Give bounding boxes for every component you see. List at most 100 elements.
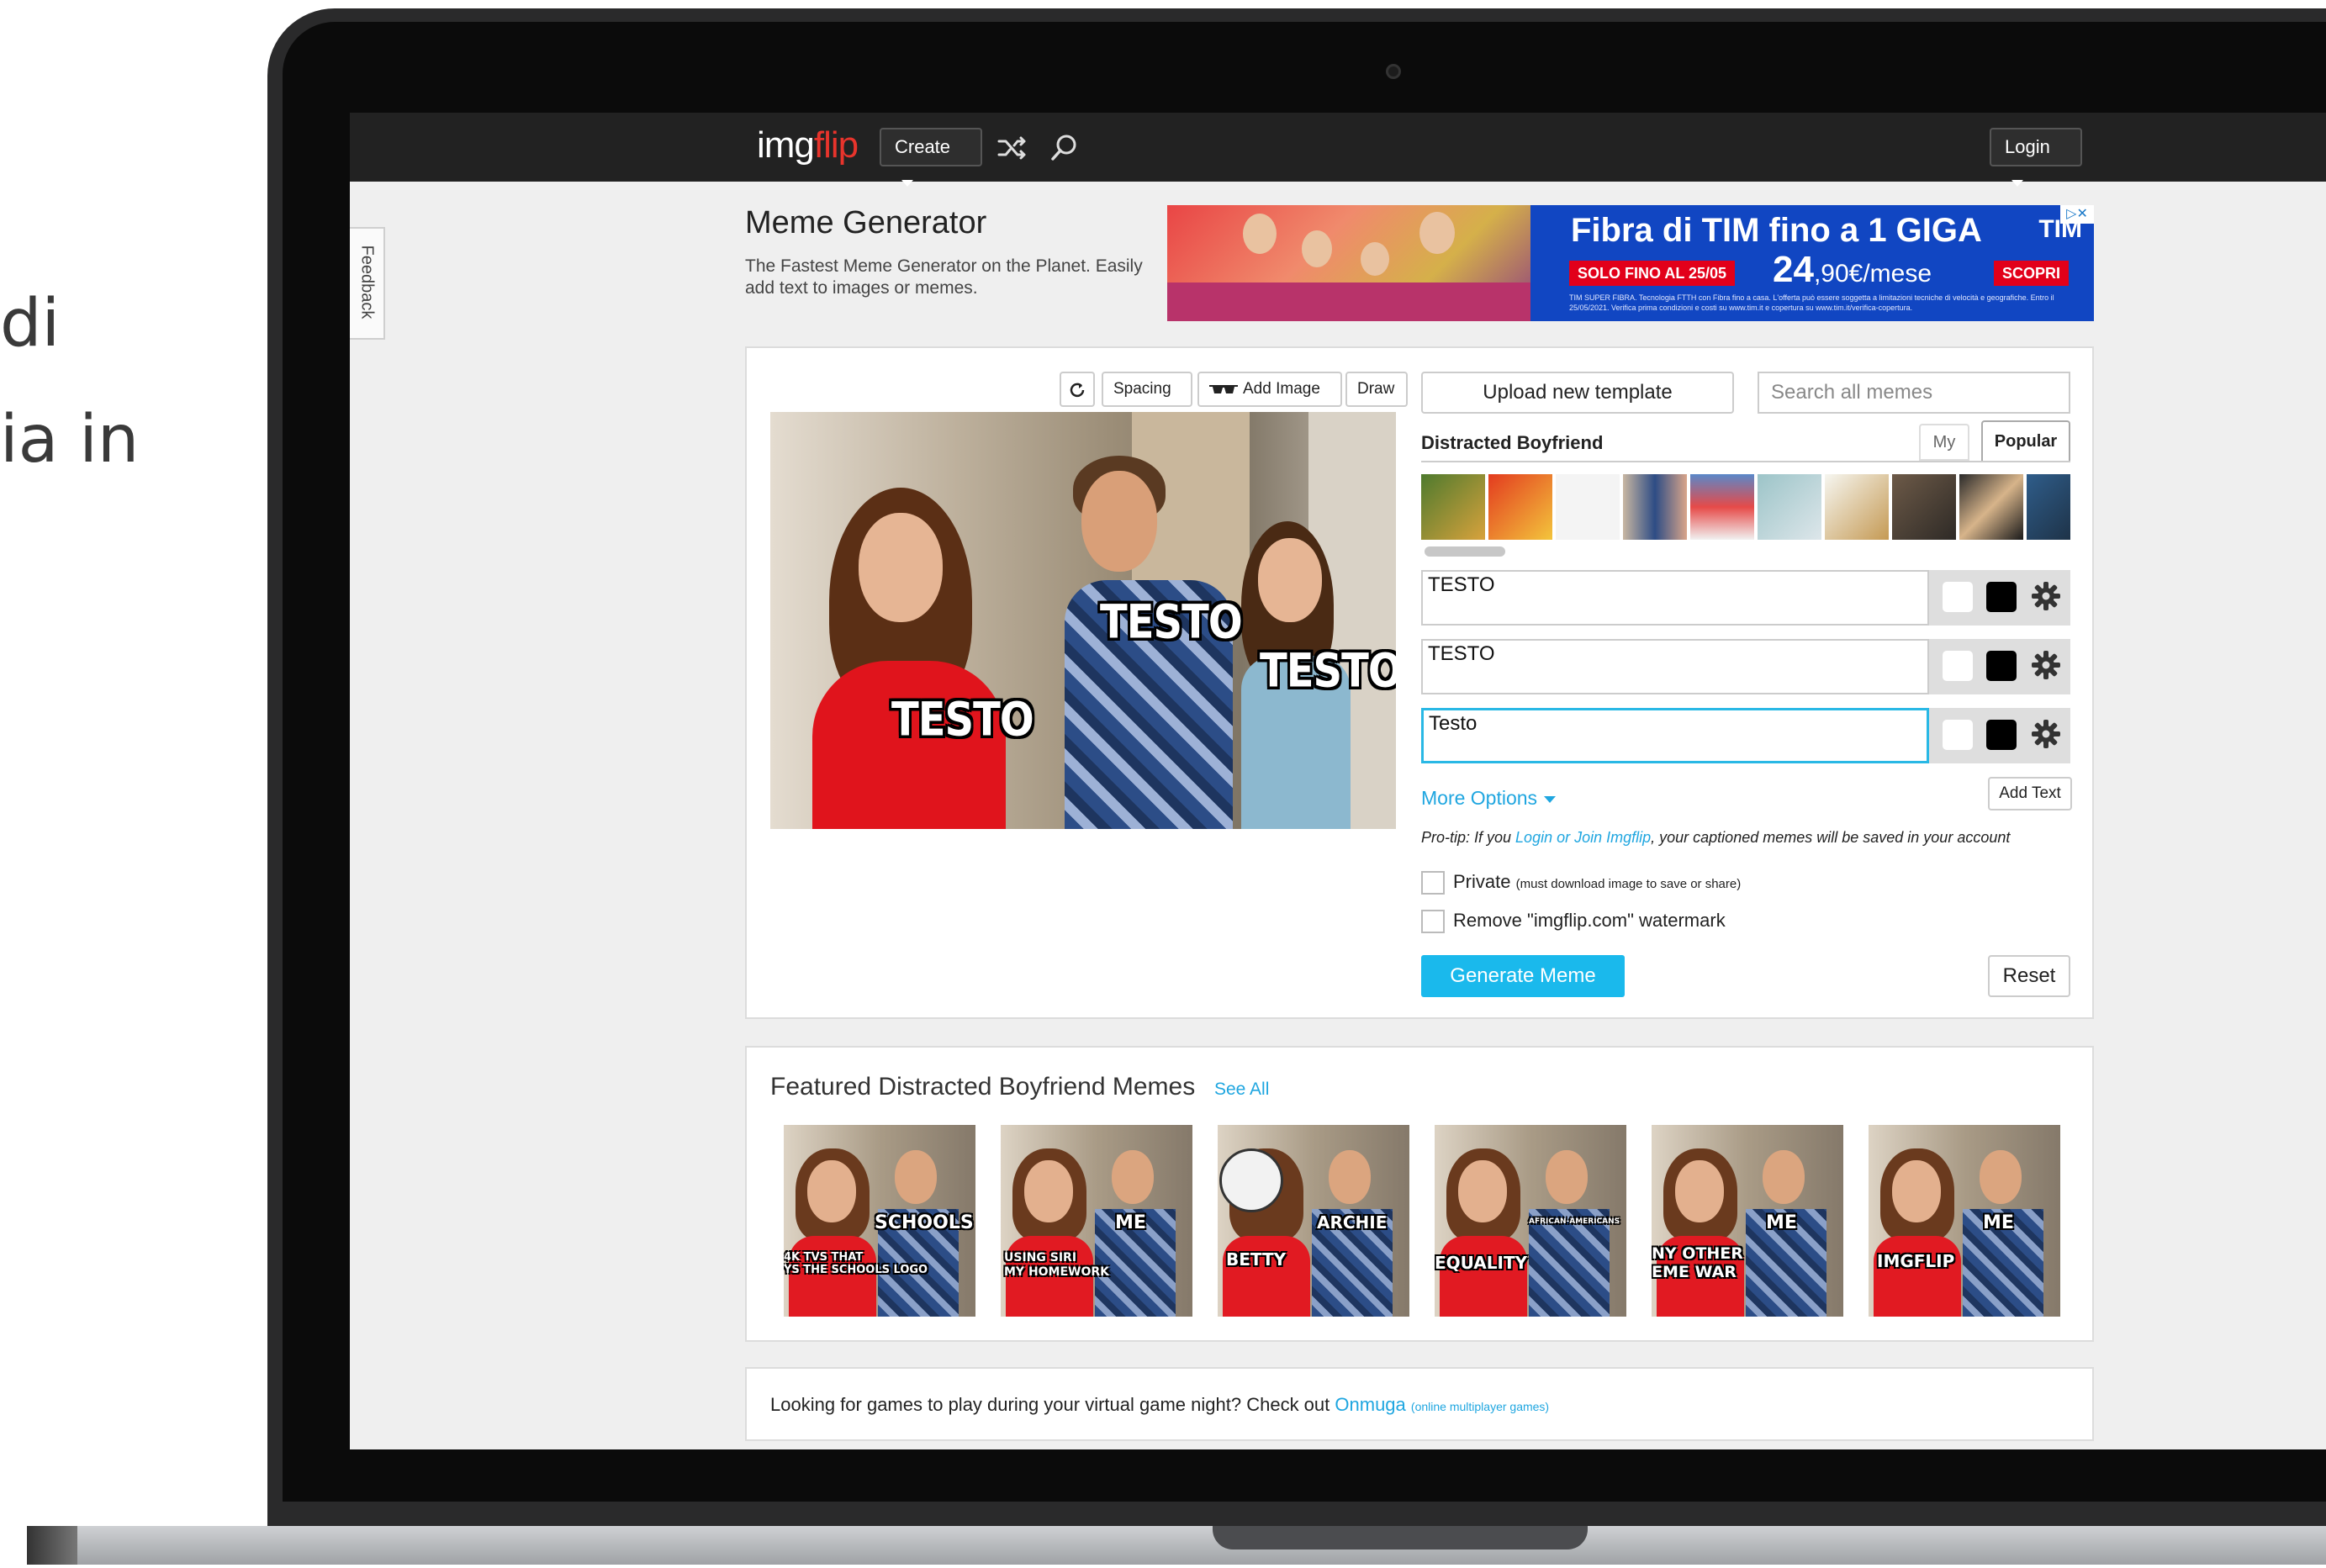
meme-editor-panel: Spacing Add Image Draw TESTO TESTO TESTO… — [745, 346, 2094, 1019]
outline-color-swatch[interactable] — [1943, 651, 1973, 681]
ad-headline: Fibra di TIM fino a 1 GIGA — [1571, 212, 1982, 249]
text-box-row-3: Testo — [1421, 708, 2070, 763]
private-text: Private — [1453, 871, 1511, 892]
featured-6-left-caption: IMGFLIP — [1877, 1251, 1955, 1271]
text-box-3-input[interactable]: Testo — [1421, 708, 1929, 763]
template-thumbnail[interactable] — [1488, 474, 1552, 540]
meme-red-dress — [1874, 1236, 1961, 1317]
spacing-button[interactable]: Spacing — [1102, 372, 1192, 407]
ad-banner[interactable]: Fibra di TIM fino a 1 GIGA TIM SOLO FINO… — [1167, 205, 2094, 321]
ad-person-face — [1243, 214, 1277, 254]
watermark-checkbox[interactable] — [1421, 910, 1445, 933]
trollface-icon — [1219, 1148, 1283, 1212]
featured-meme-3[interactable]: BETTY ARCHIE — [1218, 1125, 1409, 1317]
ad-person-face — [1419, 212, 1455, 254]
template-thumbnail[interactable] — [1959, 474, 2023, 540]
meme-red-dress — [1440, 1236, 1527, 1317]
games-prefix: Looking for games to play during your vi… — [770, 1394, 1335, 1415]
imgflip-logo[interactable]: imgflip — [757, 124, 859, 166]
meme-preview-image[interactable]: TESTO TESTO TESTO — [770, 412, 1396, 829]
meme-face — [1763, 1150, 1805, 1204]
gear-icon[interactable] — [2028, 647, 2064, 683]
chevron-down-icon — [1544, 795, 1557, 803]
featured-meme-2[interactable]: USING SIRI MY HOMEWORK ME — [1001, 1125, 1192, 1317]
meme-face — [1675, 1160, 1724, 1222]
template-thumbnail[interactable] — [1758, 474, 1821, 540]
featured-2-left-caption: USING SIRI MY HOMEWORK — [1004, 1251, 1110, 1279]
meme-caption-2: TESTO — [1100, 594, 1243, 650]
outline-color-swatch[interactable] — [1943, 582, 1973, 612]
template-thumbnail[interactable] — [1690, 474, 1754, 540]
meme-caption-3: TESTO — [1260, 643, 1396, 699]
ad-promo-badge: SOLO FINO AL 25/05 — [1569, 261, 1736, 286]
featured-4-left-caption: EQUALITY — [1435, 1253, 1528, 1273]
girlfriend-face — [1258, 538, 1322, 622]
meme-face — [1329, 1150, 1371, 1204]
private-checkbox[interactable] — [1421, 871, 1445, 895]
template-thumbnail[interactable] — [2027, 474, 2070, 540]
sunglasses-icon — [1209, 384, 1238, 393]
login-label: Login — [2005, 136, 2050, 157]
add-text-button[interactable]: Add Text — [1988, 777, 2072, 810]
feedback-label: Feedback — [357, 245, 377, 319]
reset-button[interactable]: Reset — [1988, 955, 2070, 997]
gear-icon[interactable] — [2028, 716, 2064, 752]
featured-meme-6[interactable]: IMGFLIP ME — [1869, 1125, 2060, 1317]
search-icon[interactable] — [1048, 131, 1081, 165]
add-image-button[interactable]: Add Image — [1197, 372, 1342, 407]
template-thumbnail[interactable] — [1892, 474, 1956, 540]
draw-button[interactable]: Draw — [1345, 372, 1408, 407]
onmuga-link[interactable]: Onmuga — [1335, 1394, 1405, 1415]
template-thumbnail[interactable] — [1623, 474, 1687, 540]
text-box-1-input[interactable]: TESTO — [1421, 570, 1929, 626]
create-menu-button[interactable]: Create — [880, 128, 982, 187]
ad-price-big: 24 — [1773, 249, 1814, 290]
featured-memes-section: Featured Distracted Boyfriend Memes See … — [745, 1046, 2094, 1342]
template-name: Distracted Boyfriend — [1421, 432, 1604, 453]
featured-1-right-caption: SCHOOLS — [875, 1212, 974, 1233]
generate-meme-button[interactable]: Generate Meme — [1421, 955, 1625, 997]
featured-meme-1[interactable]: 4K TVS THAT YS THE SCHOOLS LOGO SCHOOLS — [784, 1125, 975, 1317]
featured-3-right-caption: ARCHIE — [1317, 1212, 1388, 1233]
meme-face — [1458, 1160, 1507, 1222]
text-color-swatch[interactable] — [1986, 651, 2017, 681]
text-color-swatch[interactable] — [1986, 582, 2017, 612]
gear-icon[interactable] — [2028, 578, 2064, 614]
template-thumbnail[interactable] — [1825, 474, 1889, 540]
shuffle-icon[interactable] — [996, 131, 1029, 165]
text-color-swatch[interactable] — [1986, 720, 2017, 750]
featured-5-right-caption: ME — [1766, 1212, 1797, 1233]
more-options-link[interactable]: More Options — [1421, 787, 1557, 810]
meme-face — [807, 1160, 856, 1222]
laptop-base-edge — [27, 1526, 77, 1565]
featured-meme-4[interactable]: EQUALITY AFRICAN-AMERICANS — [1435, 1125, 1626, 1317]
rotate-button[interactable] — [1060, 372, 1095, 407]
tab-popular[interactable]: Popular — [1981, 420, 2070, 462]
thumbnail-scrollbar[interactable] — [1425, 546, 1505, 557]
featured-1-left-caption: 4K TVS THAT YS THE SCHOOLS LOGO — [784, 1251, 928, 1276]
top-navbar: imgflip Create Login — [350, 113, 2326, 187]
chevron-down-icon — [2011, 180, 2023, 187]
page-subtitle: The Fastest Meme Generator on the Planet… — [745, 256, 1143, 298]
featured-meme-5[interactable]: NY OTHER EME WAR ME — [1652, 1125, 1843, 1317]
protip-suffix: , your captioned memes will be saved in … — [1651, 829, 2011, 846]
featured-4-right-caption: AFRICAN-AMERICANS — [1529, 1217, 1620, 1226]
template-thumbnail[interactable] — [1421, 474, 1485, 540]
text-box-2-input[interactable]: TESTO — [1421, 639, 1929, 694]
ad-fine-print: TIM SUPER FIBRA. Tecnologia FTTH con Fib… — [1569, 293, 2054, 312]
ad-cta-button[interactable]: SCOPRI — [1993, 261, 2069, 286]
search-memes-input[interactable]: Search all memes — [1758, 372, 2070, 414]
see-all-link[interactable]: See All — [1214, 1080, 1269, 1100]
upload-template-button[interactable]: Upload new template — [1421, 372, 1734, 414]
protip-prefix: Pro-tip: If you — [1421, 829, 1516, 846]
private-note: (must download image to save or share) — [1515, 877, 1742, 891]
private-label: Private (must download image to save or … — [1453, 871, 1741, 893]
feedback-tab[interactable]: Feedback — [350, 227, 385, 340]
tab-my[interactable]: My — [1919, 424, 1969, 461]
outline-color-swatch[interactable] — [1943, 720, 1973, 750]
template-thumbnail[interactable] — [1556, 474, 1620, 540]
login-join-link[interactable]: Login or Join Imgflip — [1515, 829, 1651, 846]
login-menu-button[interactable]: Login — [1990, 128, 2082, 187]
page-title: Meme Generator — [745, 205, 987, 240]
ad-close-icon[interactable]: ▷✕ — [2060, 205, 2094, 224]
